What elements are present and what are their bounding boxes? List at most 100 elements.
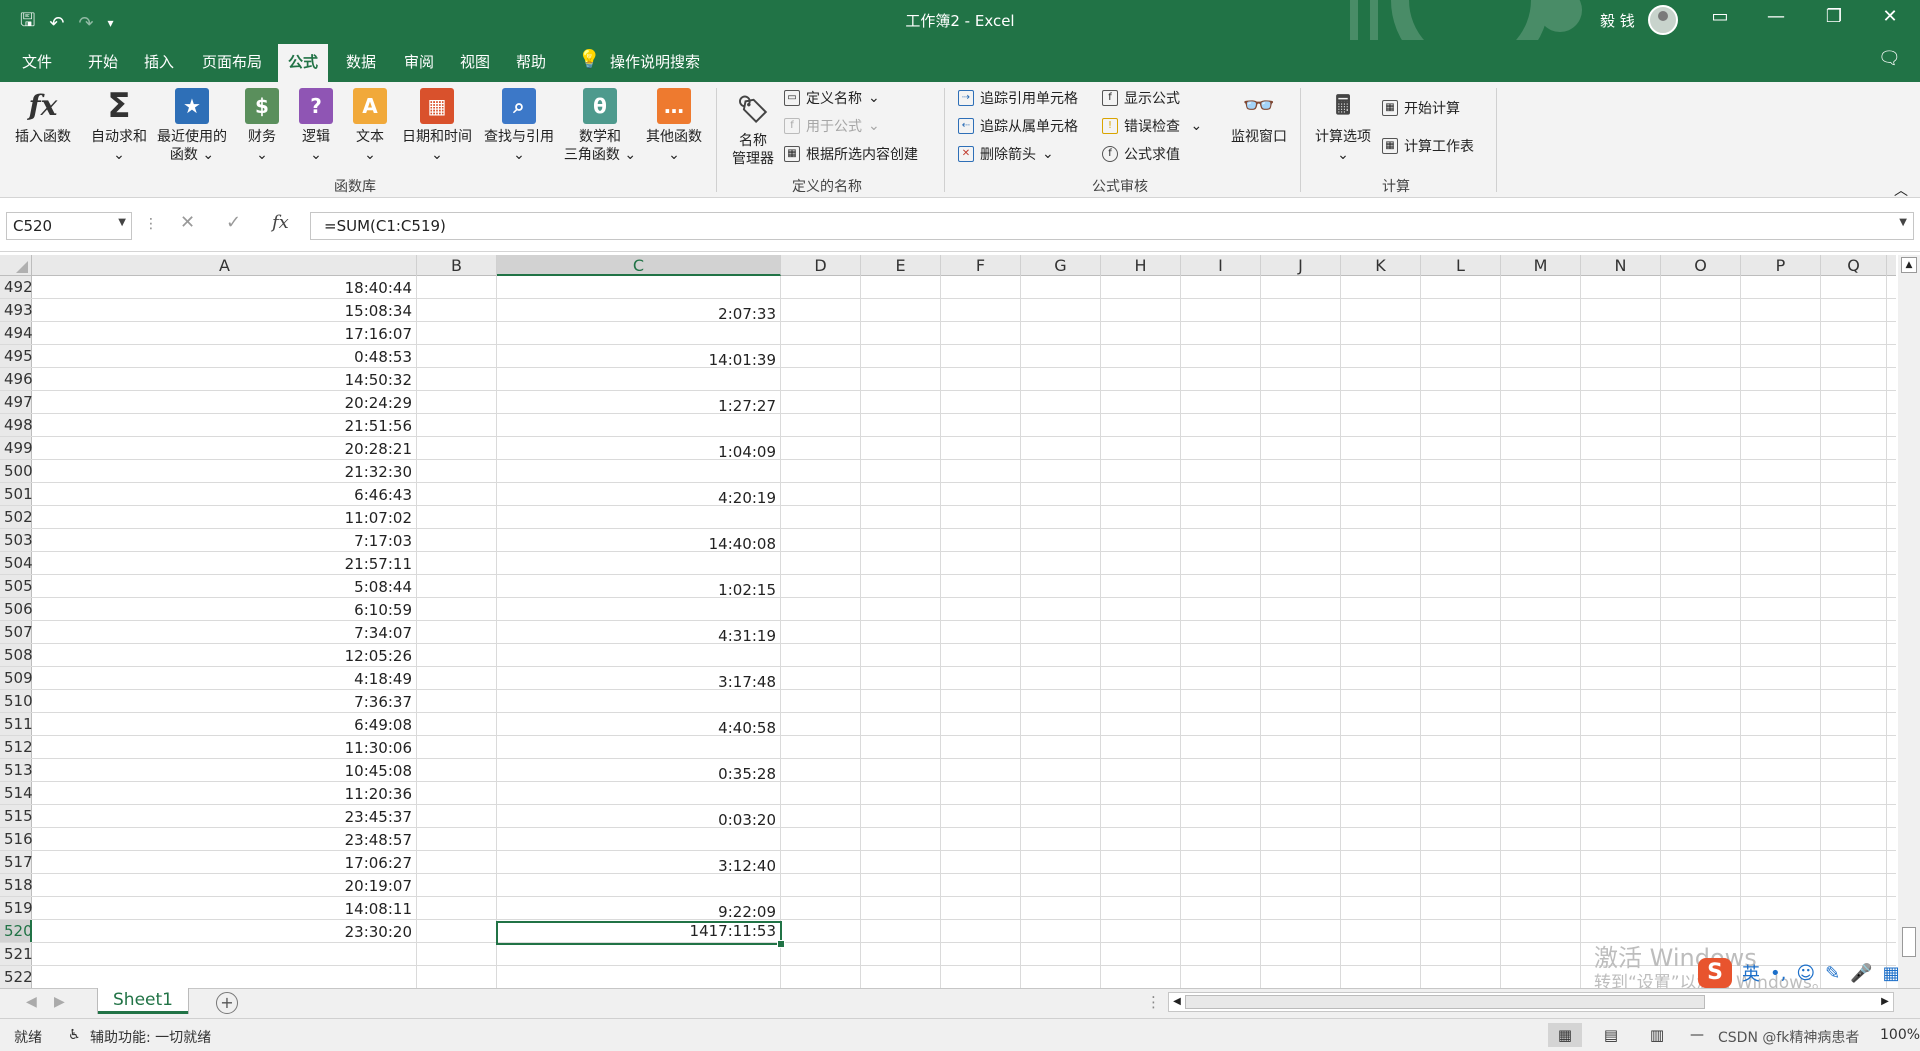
cell-c[interactable] [497,506,781,528]
row-header[interactable]: 497 [0,391,33,413]
cell-a[interactable]: 23:48:57 [33,828,417,850]
formula-bar-grip[interactable]: ⋮ [144,216,158,232]
worksheet-grid[interactable]: ABCDEFGHIJKLMNOPQ 492 18:40:44 493 15:08:34… [0,255,1896,988]
comment-icon[interactable]: 🗨 [1878,48,1901,69]
cell-c[interactable] [497,690,781,712]
cell-c[interactable] [497,414,781,436]
sheet-tab-sheet1[interactable]: Sheet1 [98,988,188,1014]
ribbon-display-icon[interactable]: ▭ [1700,6,1740,27]
row-header[interactable]: 508 [0,644,33,666]
financial-button[interactable]: $ 财务 ⌄ [240,88,284,164]
column-header-g[interactable]: G [1021,255,1101,276]
cell-b[interactable] [417,368,497,390]
column-header-n[interactable]: N [1581,255,1661,276]
cell-a[interactable]: 11:07:02 [33,506,417,528]
column-header-o[interactable]: O [1661,255,1741,276]
grid-menu-icon[interactable]: ▦ [1883,963,1900,984]
cell-a[interactable]: 17:16:07 [33,322,417,344]
cell-b[interactable] [417,644,497,666]
hscroll-thumb[interactable] [1185,995,1705,1009]
evaluate-formula-button[interactable]: f 公式求值 [1102,144,1180,164]
cell-a[interactable] [33,943,417,965]
cell-a[interactable]: 20:28:21 [33,437,417,459]
row-header[interactable]: 492 [0,276,33,298]
cell-a[interactable]: 11:30:06 [33,736,417,758]
cell-c[interactable]: 3:12:40 [497,851,781,875]
cell-b[interactable] [417,345,497,367]
cell-c[interactable]: 14:40:08 [497,529,781,553]
trace-dependents-button[interactable]: ⇠ 追踪从属单元格 [958,116,1078,136]
cell-b[interactable] [417,966,497,988]
insert-function-icon[interactable]: fx [272,212,289,233]
row-header[interactable]: 514 [0,782,33,804]
chevron-down-icon[interactable]: ▼ [118,217,126,228]
cell-b[interactable] [417,805,497,827]
row-header[interactable]: 498 [0,414,33,436]
math-trig-button[interactable]: θ 数学和 三角函数 ⌄ [562,88,638,164]
tab-home[interactable]: 开始 [88,51,118,72]
name-manager-button[interactable]: 🏷 名称 管理器 [726,92,780,168]
cell-c[interactable] [497,598,781,620]
scroll-left-icon[interactable]: ◀ [1169,994,1185,1010]
cell-a[interactable]: 14:08:11 [33,897,417,919]
formula-input[interactable]: =SUM(C1:C519) ▼ [310,212,1914,240]
cell-c[interactable]: 0:03:20 [497,805,781,829]
column-header-m[interactable]: M [1501,255,1581,276]
column-header-d[interactable]: D [781,255,861,276]
cell-a[interactable]: 12:05:26 [33,644,417,666]
column-header-e[interactable]: E [861,255,941,276]
column-header-q[interactable]: Q [1821,255,1887,276]
cell-a[interactable]: 14:50:32 [33,368,417,390]
cell-c[interactable] [497,782,781,804]
tell-me-search[interactable]: 操作说明搜索 [610,51,700,72]
column-header-l[interactable]: L [1421,255,1501,276]
cell-a[interactable]: 23:30:20 [33,920,417,942]
cell-c[interactable] [497,966,781,988]
cell-a[interactable]: 20:24:29 [33,391,417,413]
scroll-thumb[interactable] [1902,927,1916,957]
cell-b[interactable] [417,851,497,873]
cell-c[interactable] [497,276,781,298]
tab-data[interactable]: 数据 [346,51,376,72]
name-box[interactable]: C520 ▼ [6,212,132,240]
lightbulb-icon[interactable]: 💡 [578,49,600,70]
cell-a[interactable] [33,966,417,988]
cancel-icon[interactable]: ✕ [180,212,195,233]
cell-a[interactable]: 6:49:08 [33,713,417,735]
cell-b[interactable] [417,483,497,505]
zoom-level[interactable]: 100% [1880,1027,1920,1043]
cell-b[interactable] [417,920,497,942]
cell-a[interactable]: 6:46:43 [33,483,417,505]
enter-icon[interactable]: ✓ [226,212,241,233]
scroll-up-icon[interactable]: ▲ [1901,257,1917,273]
recently-used-button[interactable]: ★ 最近使用的 函数 ⌄ [152,88,232,164]
row-header[interactable]: 506 [0,598,33,620]
tab-help[interactable]: 帮助 [516,51,546,72]
column-header-k[interactable]: K [1341,255,1421,276]
ime-language[interactable]: 英 [1742,960,1760,986]
show-formulas-button[interactable]: f 显示公式 [1102,88,1180,108]
cell-c[interactable]: 4:20:19 [497,483,781,507]
autosum-button[interactable]: Σ 自动求和 ⌄ [84,88,154,164]
cell-b[interactable] [417,667,497,689]
cell-b[interactable] [417,828,497,850]
microphone-icon[interactable]: 🎤 [1850,963,1872,984]
tab-view[interactable]: 视图 [460,51,490,72]
column-header-b[interactable]: B [417,255,497,276]
column-header-j[interactable]: J [1261,255,1341,276]
datetime-button[interactable]: ▦ 日期和时间 ⌄ [398,88,476,164]
cell-a[interactable]: 17:06:27 [33,851,417,873]
cell-b[interactable] [417,552,497,574]
cell-a[interactable]: 7:36:37 [33,690,417,712]
cell-a[interactable]: 21:51:56 [33,414,417,436]
row-header[interactable]: 515 [0,805,33,827]
cell-b[interactable] [417,276,497,298]
cell-a[interactable]: 4:18:49 [33,667,417,689]
cell-b[interactable] [417,782,497,804]
cell-b[interactable] [417,736,497,758]
row-header[interactable]: 503 [0,529,33,551]
cell-c[interactable]: 1:27:27 [497,391,781,415]
cell-c[interactable]: 4:40:58 [497,713,781,737]
define-name-button[interactable]: ▭ 定义名称 ⌄ [784,88,880,108]
cell-c[interactable] [497,874,781,896]
